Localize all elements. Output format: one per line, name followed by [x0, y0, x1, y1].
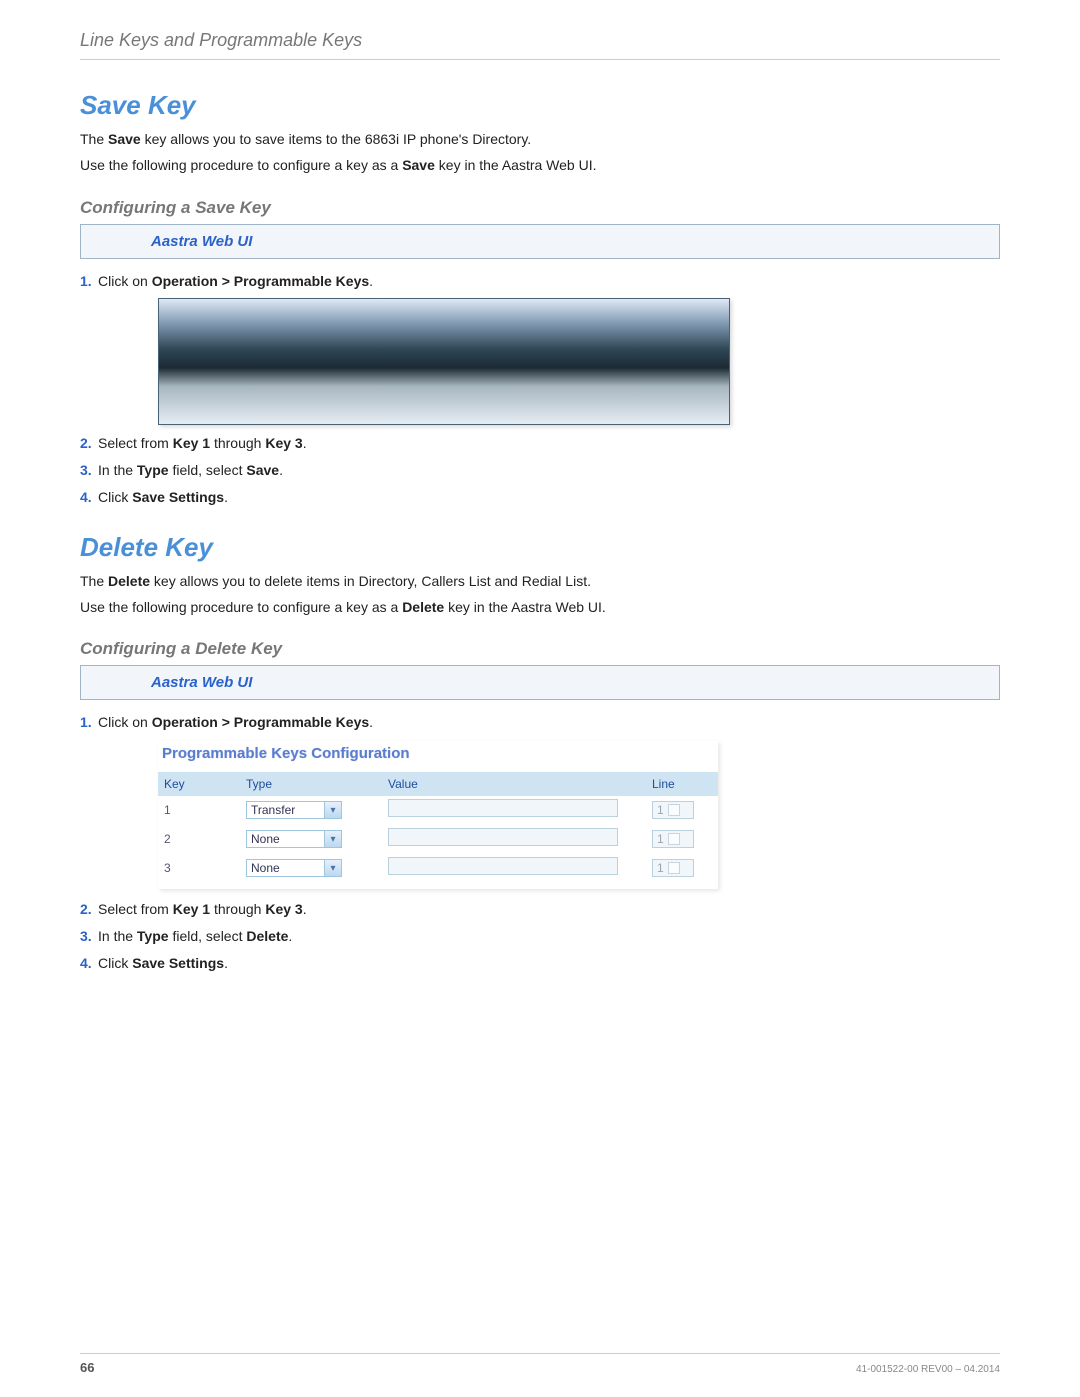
save-step-1: 1. Click on Operation > Programmable Key… [80, 271, 1000, 425]
screenshot-placeholder-save [158, 298, 730, 425]
col-value: Value [382, 772, 646, 796]
delete-key-desc-2: Use the following procedure to configure… [80, 597, 1000, 617]
delete-steps: 1. Click on Operation > Programmable Key… [80, 712, 1000, 974]
cfg-panel-title: Programmable Keys Configuration [158, 741, 718, 772]
heading-delete-key: Delete Key [80, 532, 1000, 563]
line-field[interactable]: 1 [652, 859, 694, 877]
page-footer: 66 41-001522-00 REV00 – 04.2014 [80, 1353, 1000, 1375]
chevron-down-icon: ▾ [324, 802, 341, 818]
type-dropdown[interactable]: Transfer ▾ [246, 801, 342, 819]
value-input[interactable] [388, 828, 618, 846]
running-header: Line Keys and Programmable Keys [80, 30, 1000, 60]
ui-box-label: Aastra Web UI [151, 674, 252, 691]
delete-step-2: 2. Select from Key 1 through Key 3. [80, 899, 1000, 920]
delete-step-4: 4. Click Save Settings. [80, 953, 1000, 974]
save-key-desc-2: Use the following procedure to configure… [80, 155, 1000, 175]
save-step-3: 3. In the Type field, select Save. [80, 460, 1000, 481]
line-field[interactable]: 1 [652, 830, 694, 848]
cell-key: 2 [158, 825, 240, 854]
save-key-desc-1: The Save key allows you to save items to… [80, 129, 1000, 149]
delete-step-1: 1. Click on Operation > Programmable Key… [80, 712, 1000, 889]
table-row: 1 Transfer ▾ 1 [158, 796, 718, 825]
heading-configuring-delete-key: Configuring a Delete Key [80, 639, 1000, 659]
document-id: 41-001522-00 REV00 – 04.2014 [856, 1364, 1000, 1375]
col-type: Type [240, 772, 382, 796]
table-row: 2 None ▾ 1 [158, 825, 718, 854]
cell-key: 3 [158, 854, 240, 883]
save-step-4: 4. Click Save Settings. [80, 487, 1000, 508]
cell-key: 1 [158, 796, 240, 825]
ui-box-label: Aastra Web UI [151, 233, 252, 250]
ui-box-delete: Aastra Web UI [80, 665, 1000, 700]
type-dropdown[interactable]: None ▾ [246, 830, 342, 848]
programmable-keys-config-panel: Programmable Keys Configuration Key Type… [158, 741, 718, 889]
chevron-down-icon: ▾ [324, 831, 341, 847]
heading-configuring-save-key: Configuring a Save Key [80, 198, 1000, 218]
cfg-table: Key Type Value Line 1 Transfer ▾ [158, 772, 718, 883]
heading-save-key: Save Key [80, 90, 1000, 121]
save-step-2: 2. Select from Key 1 through Key 3. [80, 433, 1000, 454]
line-field[interactable]: 1 [652, 801, 694, 819]
delete-step-3: 3. In the Type field, select Delete. [80, 926, 1000, 947]
ui-box-save: Aastra Web UI [80, 224, 1000, 259]
col-key: Key [158, 772, 240, 796]
table-row: 3 None ▾ 1 [158, 854, 718, 883]
page-number: 66 [80, 1360, 94, 1375]
table-header-row: Key Type Value Line [158, 772, 718, 796]
col-line: Line [646, 772, 718, 796]
value-input[interactable] [388, 857, 618, 875]
save-steps: 1. Click on Operation > Programmable Key… [80, 271, 1000, 508]
chevron-down-icon: ▾ [324, 860, 341, 876]
value-input[interactable] [388, 799, 618, 817]
delete-key-desc-1: The Delete key allows you to delete item… [80, 571, 1000, 591]
type-dropdown[interactable]: None ▾ [246, 859, 342, 877]
